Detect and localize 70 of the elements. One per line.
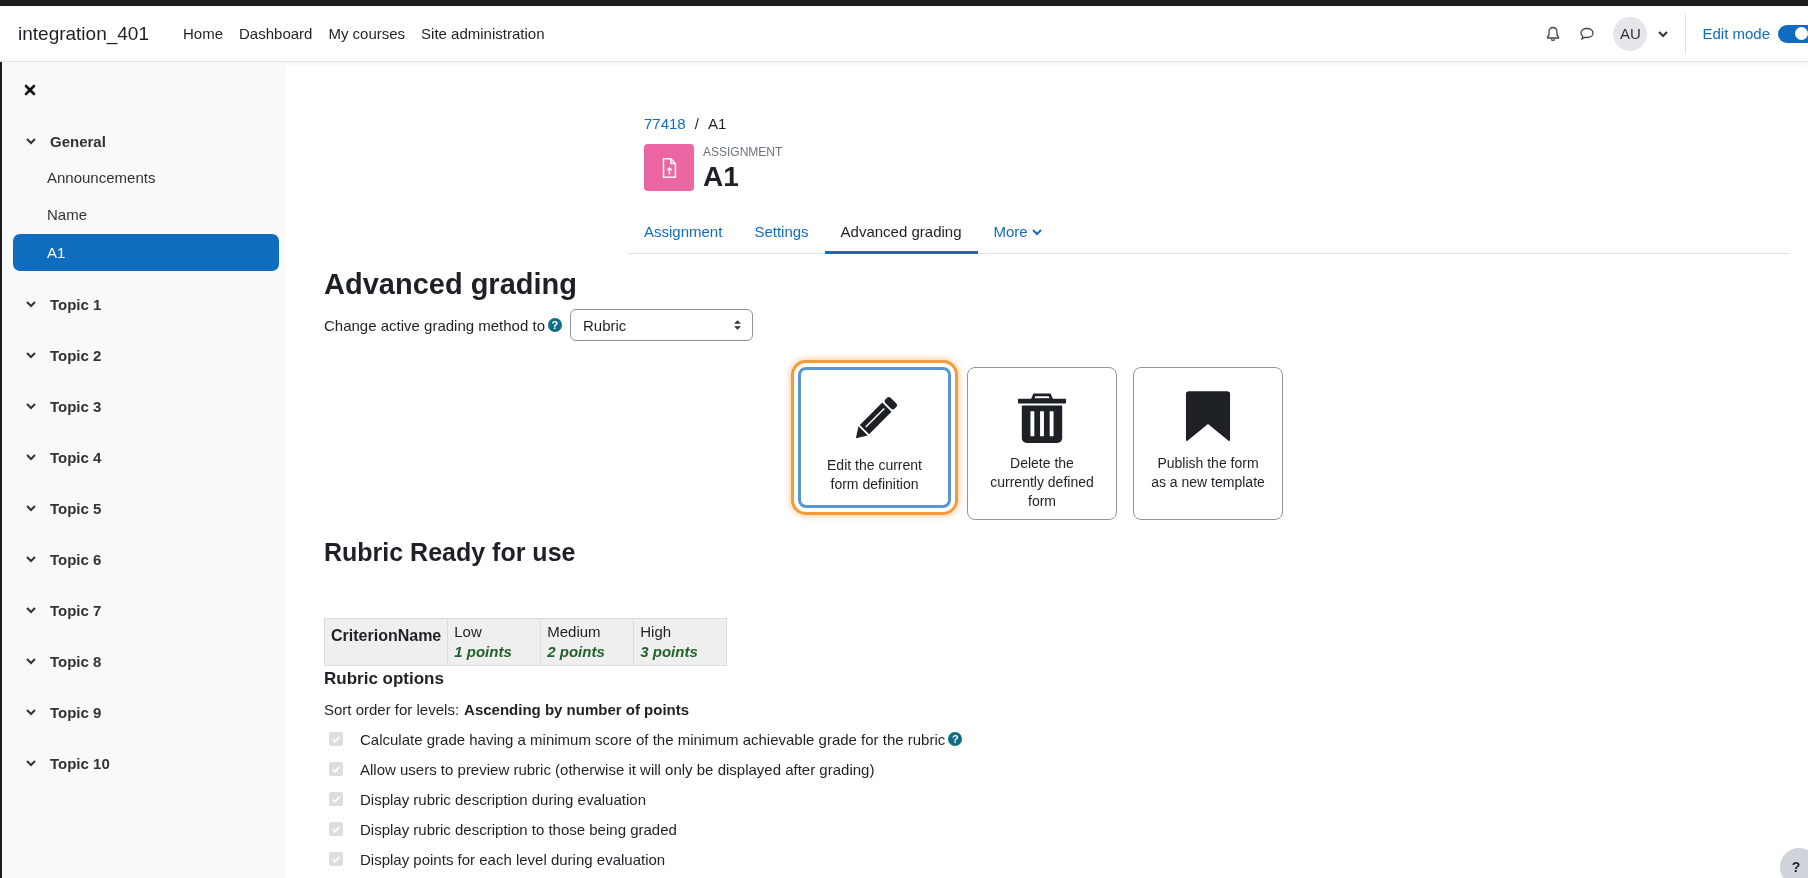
chevron-down-icon[interactable] (25, 604, 37, 616)
level-score: 2 points (547, 643, 606, 660)
sort-order-value: Ascending by number of points (464, 701, 690, 718)
site-name[interactable]: integration_401 (18, 22, 149, 45)
criterion-cell: CriterionName (324, 618, 448, 666)
breadcrumb-separator: / (694, 115, 699, 132)
level-definition: Medium (547, 623, 602, 640)
section-link[interactable]: General (50, 132, 106, 150)
chevron-down-icon[interactable] (25, 706, 37, 718)
messages-chat-icon[interactable] (1579, 25, 1596, 42)
rubric-heading: Rubric Ready for use (324, 538, 577, 567)
level-score: 1 points (454, 643, 513, 660)
sort-order-label: Sort order for levels: (324, 701, 460, 718)
chevron-down-icon[interactable] (25, 135, 37, 147)
user-avatar[interactable]: AU (1613, 16, 1648, 51)
sidebar-item[interactable]: Name (13, 196, 279, 233)
chevron-down-icon[interactable] (25, 757, 37, 769)
option-label: Display points for each level during evaluation (360, 850, 666, 868)
action-button[interactable]: Publish the form as a new template (1133, 367, 1283, 520)
page-heading: Advanced grading (324, 268, 578, 301)
option-label: Display rubric description to those being graded (360, 820, 677, 838)
nav-link[interactable]: Dashboard (239, 25, 313, 42)
notifications-bell-icon[interactable] (1545, 25, 1562, 42)
level-score: 3 points (640, 643, 699, 660)
grading-method-label: Change active grading method to (324, 316, 545, 334)
section-link[interactable]: Topic 3 (50, 397, 102, 415)
help-button[interactable]: ? (1780, 848, 1808, 878)
assignment-upload-icon (644, 144, 694, 191)
section-link[interactable]: Topic 7 (50, 601, 102, 619)
nav-tab[interactable]: Assignment (628, 215, 739, 254)
nav-link[interactable]: Site administration (421, 25, 545, 42)
section-link[interactable]: Topic 2 (50, 346, 102, 364)
section-link[interactable]: Topic 10 (50, 754, 110, 772)
option-label: Display rubric description during evaluation (360, 790, 646, 808)
section-link[interactable]: Topic 6 (50, 550, 102, 568)
level-definition: Low (454, 623, 483, 640)
chevron-down-icon[interactable] (25, 553, 37, 565)
nav-tab[interactable]: Advanced grading (824, 215, 978, 254)
close-icon[interactable] (24, 84, 36, 96)
section-link[interactable]: Topic 4 (50, 448, 102, 466)
section-link[interactable]: Topic 5 (50, 499, 102, 517)
chevron-down-icon[interactable] (25, 298, 37, 310)
sidebar-item[interactable]: Announcements (13, 159, 279, 196)
option-label: Calculate grade having a minimum score of the minimum achievable grade for the rubric (360, 730, 946, 748)
chevron-down-icon[interactable] (25, 349, 37, 361)
activity-type-label: ASSIGNMENT (703, 145, 783, 159)
edit-mode-toggle[interactable] (1778, 24, 1808, 43)
nav-link[interactable]: My courses (328, 25, 406, 42)
level-definition: High (640, 623, 673, 640)
section-link[interactable]: Topic 9 (50, 703, 102, 721)
section-link[interactable]: Topic 8 (50, 652, 102, 670)
nav-tab[interactable]: More (977, 215, 1059, 254)
edit-mode-label: Edit mode (1702, 25, 1770, 42)
sidebar-item[interactable]: A1 (13, 234, 279, 271)
option-label: Allow users to preview rubric (otherwise it will only be displayed after grading) (360, 760, 875, 778)
nav-tab[interactable]: Settings (738, 215, 825, 254)
breadcrumb-current: A1 (707, 115, 727, 132)
chevron-down-icon[interactable] (25, 502, 37, 514)
chevron-down-icon[interactable] (25, 655, 37, 667)
help-icon[interactable]: ? (548, 318, 562, 332)
select-arrows-icon (733, 319, 742, 331)
action-button[interactable]: Delete the currently defined form (967, 367, 1117, 520)
section-link[interactable]: Topic 1 (50, 295, 102, 313)
chevron-down-icon[interactable] (25, 400, 37, 412)
chevron-down-icon[interactable] (25, 451, 37, 463)
nav-link[interactable]: Home (183, 25, 223, 42)
grading-method-select[interactable]: Rubric (570, 309, 753, 341)
activity-title: A1 (703, 161, 740, 193)
breadcrumb-link[interactable]: 77418 (644, 115, 686, 132)
rubric-options-heading: Rubric options (324, 669, 445, 689)
